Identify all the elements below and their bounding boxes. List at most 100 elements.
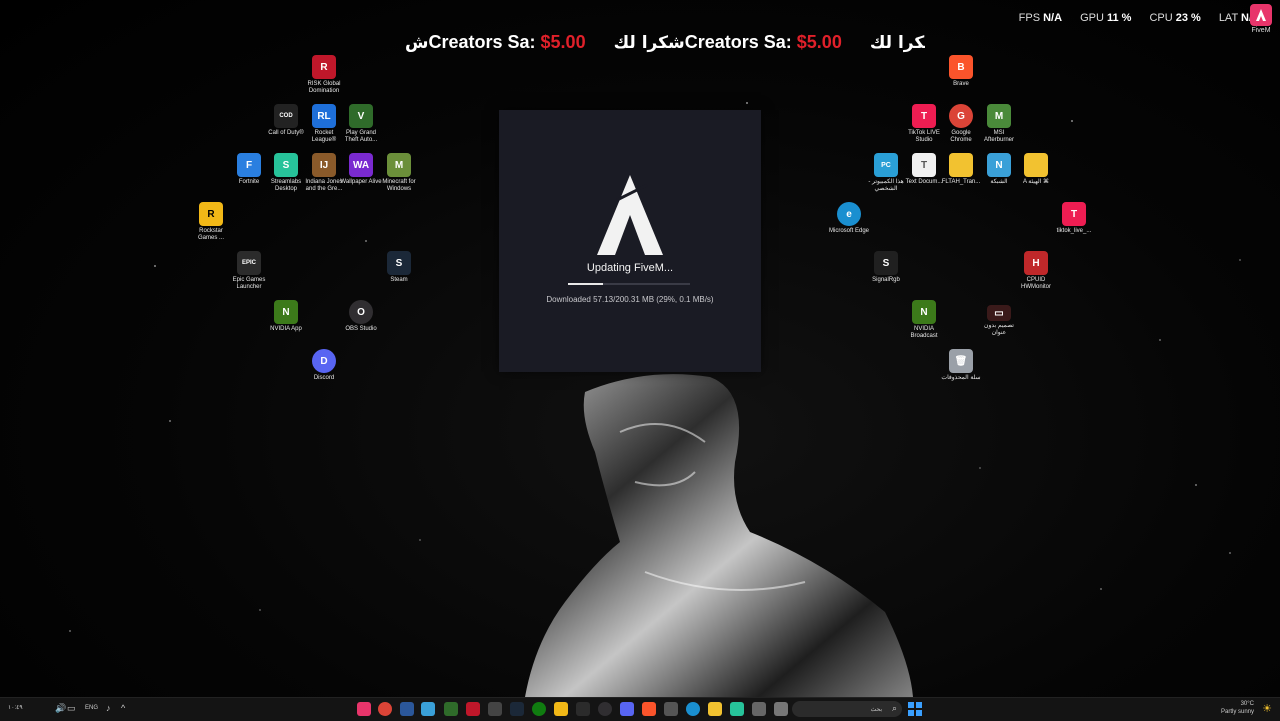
call-of-duty-icon: COD	[274, 104, 298, 128]
desktop-icon-tiktok-live-studio[interactable]: T TikTok LIVE Studio	[903, 104, 945, 144]
rockstar-icon: R	[199, 202, 223, 226]
taskbar-fivem[interactable]	[357, 702, 371, 716]
network-tray-icon[interactable]: ▭	[67, 703, 76, 714]
taskbar: ١٠:٤٩ 🔊 ▭ ENG ♪ ^ بحث ⌕ 30°C Partly sunn…	[0, 697, 1280, 721]
desktop-icon-folder-a[interactable]: A الهيئة ⌘	[1015, 153, 1057, 186]
donation-ticker: شCreators Sa: $5.00 شكرا لكCreators Sa: …	[405, 30, 925, 54]
taskbar-settings[interactable]	[752, 702, 766, 716]
streamlabs-icon: S	[274, 153, 298, 177]
desktop-icon-gta[interactable]: V Play Grand Theft Auto...	[340, 104, 382, 144]
taskbar-gta[interactable]	[444, 702, 458, 716]
search-icon: ⌕	[891, 703, 897, 713]
microphone-icon[interactable]: ♪	[106, 703, 111, 713]
desktop-icon-call-of-duty[interactable]: COD Call of Duty®	[265, 104, 307, 137]
fivem-shortcut-corner[interactable]: FiveM	[1244, 4, 1278, 34]
taskbar-app[interactable]	[730, 702, 744, 716]
desktop-icon-edge[interactable]: e Microsoft Edge	[828, 202, 870, 235]
rocket-league-icon: RL	[312, 104, 336, 128]
desktop-icon-rocket-league[interactable]: RL Rocket League®	[303, 104, 345, 144]
taskbar-edge[interactable]	[686, 702, 700, 716]
taskbar-brave[interactable]	[642, 702, 656, 716]
desktop-icon-untitled-design[interactable]: ▭ تصميم بدون عنوان	[978, 305, 1020, 337]
discord-icon: D	[312, 349, 336, 373]
risk-icon: R	[312, 55, 336, 79]
desktop-icon-discord[interactable]: D Discord	[303, 349, 345, 382]
desktop-icon-rockstar[interactable]: R Rockstar Games ...	[190, 202, 232, 242]
epic-games-icon: EPIC	[237, 251, 261, 275]
update-progress-fill	[568, 283, 604, 285]
folder-icon	[1024, 153, 1048, 177]
desktop-icon-text-document[interactable]: T Text Docum...	[903, 153, 945, 186]
volume-icon[interactable]: 🔊	[55, 703, 66, 714]
fivem-updater-dialog: Updating FiveM... Downloaded 57.13/200.3…	[499, 110, 761, 372]
taskbar-risk[interactable]	[466, 702, 480, 716]
fortnite-icon: F	[237, 153, 261, 177]
desktop-icon-epic-games[interactable]: EPIC Epic Games Launcher	[228, 251, 270, 291]
fps-stat: FPS N/A	[1018, 12, 1063, 24]
ticker-item: شكرا لكCreators Sa: $5.00	[613, 31, 842, 53]
tiktok-icon: T	[1062, 202, 1086, 226]
taskbar-xbox[interactable]	[532, 702, 546, 716]
chevron-up-icon[interactable]: ^	[121, 703, 125, 713]
desktop-icon-streamlabs[interactable]: S Streamlabs Desktop	[265, 153, 307, 193]
desktop-icon-network[interactable]: N الشبكة	[978, 153, 1020, 186]
folder-icon	[949, 153, 973, 177]
desktop-icon-wallpaper-alive[interactable]: WA Wallpaper Alive	[340, 153, 382, 186]
language-indicator[interactable]: ENG	[85, 705, 98, 711]
weather-sun-icon: ☀	[1262, 703, 1272, 715]
taskbar-discord[interactable]	[620, 702, 634, 716]
document-icon: T	[912, 153, 936, 177]
taskbar-app[interactable]	[488, 702, 502, 716]
taskbar-rockstar[interactable]	[554, 702, 568, 716]
search-placeholder: بحث	[870, 706, 882, 713]
desktop-icon-tiktok-live-file[interactable]: Ttiktok_live_...	[1053, 202, 1095, 235]
desktop-icon-chrome[interactable]: G Google Chrome	[940, 104, 982, 144]
edge-icon: e	[837, 202, 861, 226]
desktop-icon-steam[interactable]: S Steam	[378, 251, 420, 284]
ticker-item: شCreators Sa: $5.00	[405, 31, 586, 53]
desktop-icon-msi-afterburner[interactable]: M MSI Afterburner	[978, 104, 1020, 144]
wallpaper-chrome-figure	[525, 374, 913, 697]
desktop-icon-risk[interactable]: R RISK Global Domination	[303, 55, 345, 95]
network-icon: N	[987, 153, 1011, 177]
gta-v-icon: V	[349, 104, 373, 128]
desktop-icon-recycle-bin[interactable]: 🗑 سلة المحذوفات	[940, 349, 982, 382]
desktop-icon-this-pc[interactable]: PC هذا الكمبيوتر - الشخصي	[865, 153, 907, 193]
desktop-icon-obs[interactable]: O OBS Studio	[340, 300, 382, 333]
taskbar-obs[interactable]	[598, 702, 612, 716]
tiktok-icon: T	[912, 104, 936, 128]
taskbar-steam[interactable]	[510, 702, 524, 716]
desktop-icon-brave[interactable]: B Brave	[940, 55, 982, 88]
image-icon: ▭	[987, 305, 1011, 321]
taskbar-chrome[interactable]	[378, 702, 392, 716]
taskbar-word[interactable]	[400, 702, 414, 716]
clock[interactable]: ١٠:٤٩	[8, 704, 48, 711]
update-progress-bar	[568, 283, 690, 285]
taskbar-file-explorer[interactable]	[708, 702, 722, 716]
brave-icon: B	[949, 55, 973, 79]
nvidia-broadcast-icon: N	[912, 300, 936, 324]
desktop-icon-folder-fltah[interactable]: FLTAH_Tran...	[940, 153, 982, 186]
weather-widget[interactable]: 30°C Partly sunny	[1221, 700, 1254, 716]
recycle-bin-icon: 🗑	[949, 349, 973, 373]
download-status: Downloaded 57.13/200.31 MB (29%, 0.1 MB/…	[546, 295, 714, 304]
taskbar-task-view[interactable]	[774, 702, 788, 716]
desktop-icon-hwmonitor[interactable]: H CPUID HWMonitor	[1015, 251, 1057, 291]
desktop-icon-minecraft[interactable]: M Minecraft for Windows	[378, 153, 420, 193]
msi-afterburner-icon: M	[987, 104, 1011, 128]
desktop-icon-signalrgb[interactable]: S SignalRgb	[865, 251, 907, 284]
taskbar-epic[interactable]	[576, 702, 590, 716]
taskbar-store[interactable]	[664, 702, 678, 716]
chrome-icon: G	[949, 104, 973, 128]
desktop-icon-fortnite[interactable]: F Fortnite	[228, 153, 270, 186]
desktop-icon-nvidia-app[interactable]: N NVIDIA App	[265, 300, 307, 333]
desktop-icon-indiana-jones[interactable]: IJ Indiana Jones and the Gre...	[303, 153, 345, 193]
taskbar-search[interactable]: بحث ⌕	[792, 701, 902, 717]
performance-overlay: FPS N/A GPU 11 % CPU 23 % LAT N/A	[1019, 12, 1260, 24]
desktop-icon-nvidia-broadcast[interactable]: N NVIDIA Broadcast	[903, 300, 945, 340]
obs-icon: O	[349, 300, 373, 324]
taskbar-app[interactable]	[421, 702, 435, 716]
nvidia-icon: N	[274, 300, 298, 324]
ticker-item: شكرا لك	[869, 32, 925, 53]
windows-start-icon[interactable]	[908, 702, 922, 716]
